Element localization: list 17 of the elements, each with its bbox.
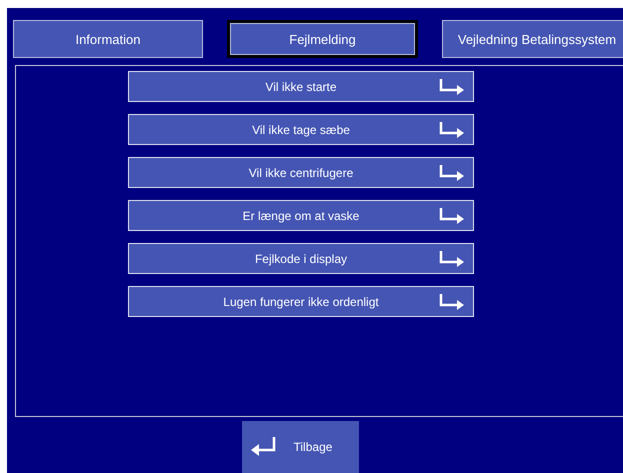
turn-arrow-icon [439,122,465,138]
turn-arrow-icon [439,79,465,95]
tab[interactable]: Fejlmelding [227,20,418,58]
tab[interactable]: Vejledning Betalingssystem [442,20,623,58]
menu-item[interactable]: Vil ikke centrifugere [128,157,474,188]
menu-item[interactable]: Lugen fungerer ikke ordenligt [128,286,474,317]
menu-item[interactable]: Fejlkode i display [128,243,474,274]
menu-item[interactable]: Er længe om at vaske [128,200,474,231]
turn-arrow-icon [439,208,465,224]
back-button[interactable]: Tilbage [242,421,358,473]
turn-arrow-icon [439,251,465,267]
menu-item[interactable]: Vil ikke tage sæbe [128,114,474,145]
turn-arrow-icon [439,294,465,310]
return-arrow-icon [250,437,276,457]
menu-item[interactable]: Vil ikke starte [128,71,474,102]
tab[interactable]: Information [13,20,203,58]
turn-arrow-icon [439,165,465,181]
